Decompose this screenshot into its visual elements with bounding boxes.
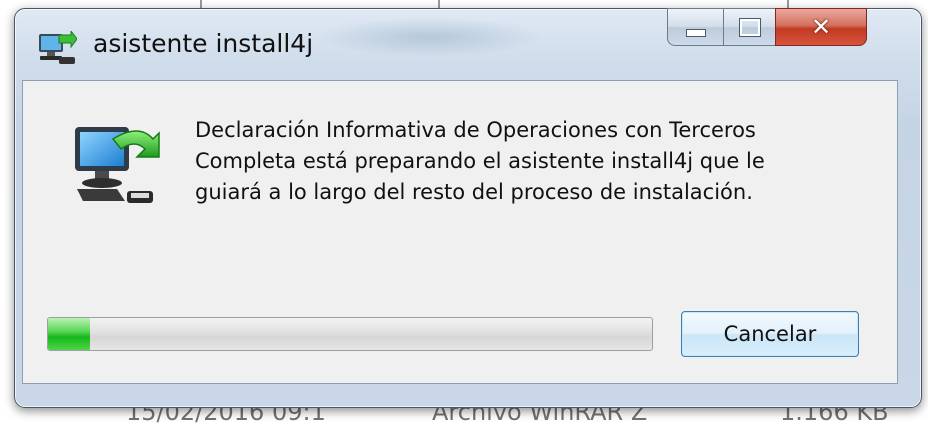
close-icon: ✕ [810, 13, 832, 41]
window-title: asistente install4j [93, 29, 314, 58]
message-line: guiará a lo largo del resto del proceso … [195, 180, 753, 204]
progress-fill [48, 318, 91, 350]
minimize-button[interactable] [667, 8, 723, 46]
progress-bar [47, 317, 653, 351]
minimize-icon [685, 29, 706, 37]
title-bar-glass [315, 17, 545, 57]
maximize-button[interactable] [723, 8, 775, 46]
installer-icon [39, 31, 77, 64]
message-line: Completa está preparando el asistente in… [195, 149, 765, 173]
maximize-icon [738, 17, 761, 37]
close-button[interactable]: ✕ [775, 8, 867, 46]
computer-setup-icon [75, 127, 160, 203]
status-message: Declaración Informativa de Operaciones c… [195, 115, 875, 208]
message-line: Declaración Informativa de Operaciones c… [195, 118, 756, 142]
dialog-content: Declaración Informativa de Operaciones c… [22, 80, 898, 384]
cancel-button[interactable]: Cancelar [681, 311, 859, 357]
caption-buttons: ✕ [667, 8, 867, 48]
